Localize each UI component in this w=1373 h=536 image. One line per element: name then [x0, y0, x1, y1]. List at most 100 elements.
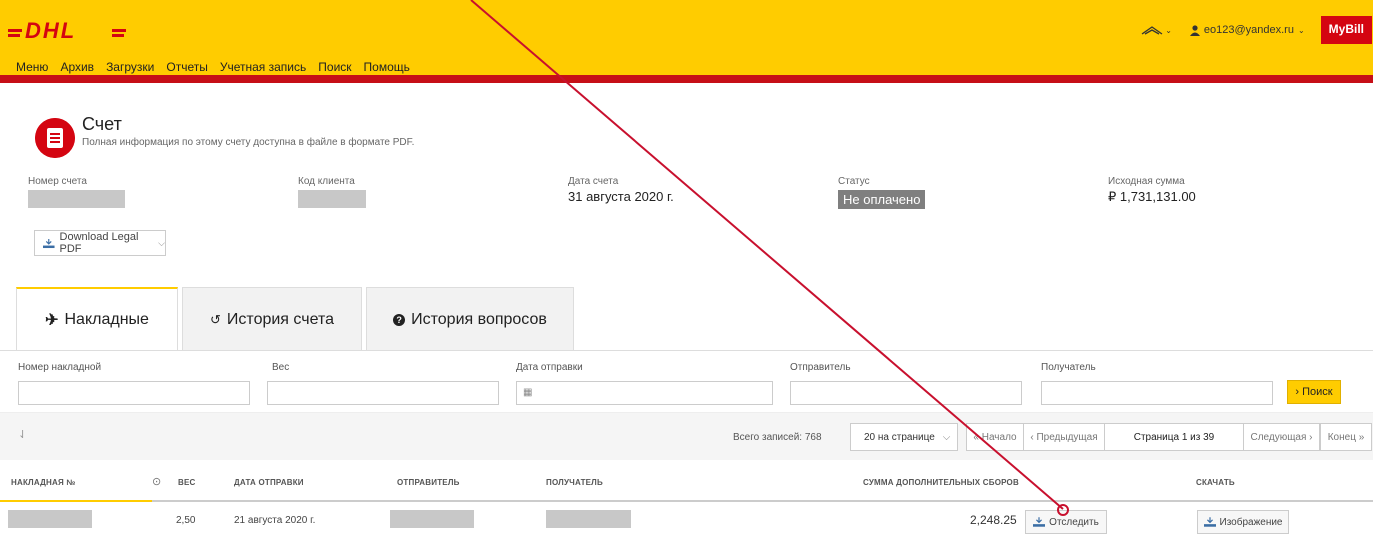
column-settings-icon[interactable]: ⊙ — [152, 475, 161, 488]
client-code-label: Код клиента — [298, 176, 355, 187]
search-button[interactable]: › Поиск — [1287, 380, 1341, 404]
invoice-date-value: 31 августа 2020 г. — [568, 189, 674, 204]
header-red-line — [0, 75, 1373, 83]
waybill-input[interactable] — [18, 381, 250, 405]
chevron-right-icon: › — [1295, 386, 1300, 398]
waybill-number-redacted[interactable] — [8, 510, 92, 528]
chevron-down-icon: ⌵ — [158, 237, 165, 248]
sender-input[interactable] — [790, 381, 1022, 405]
invoice-number-field: Номер счета — [28, 176, 125, 208]
row-ship-date: 21 августа 2020 г. — [234, 515, 316, 526]
amount-label: Исходная сумма — [1108, 176, 1185, 187]
image-download-button[interactable]: Изображение — [1197, 510, 1289, 534]
tabs: ✈ Накладные ↺ История счета ? История во… — [16, 287, 578, 351]
nav-uploads[interactable]: Загрузки — [106, 60, 154, 74]
chevron-down-icon: ⌄ — [1297, 25, 1305, 35]
nav-search[interactable]: Поиск — [318, 60, 351, 74]
nav-help[interactable]: Помощь — [364, 60, 410, 74]
sender-redacted — [390, 510, 474, 528]
status-badge: Не оплачено — [838, 190, 926, 209]
amount-field: Исходная сумма ₽ 1,731,131.00 — [1108, 176, 1196, 205]
receiver-redacted — [546, 510, 631, 528]
per-page-value: 20 на странице — [864, 431, 935, 443]
filter-receiver: Получатель — [1041, 362, 1273, 405]
col-sender[interactable]: ОТПРАВИТЕЛЬ — [397, 478, 460, 487]
sort-icon[interactable]: ⇃ — [18, 428, 27, 441]
status-field: Статус Не оплачено — [838, 176, 926, 209]
invoice-number-label: Номер счета — [28, 176, 87, 187]
per-page-select[interactable]: 20 на странице ⌵ — [850, 423, 958, 451]
download-icon — [1203, 517, 1216, 527]
invoice-number-redacted — [28, 190, 125, 208]
page-subtitle: Полная информация по этому счету доступн… — [82, 137, 415, 148]
track-button-label: Отследить — [1049, 516, 1099, 528]
filter-sender-label: Отправитель — [790, 362, 851, 373]
row-weight: 2,50 — [176, 515, 196, 526]
tab-label: История счета — [226, 310, 334, 328]
receiver-input[interactable] — [1041, 381, 1273, 405]
filter-weight-label: Вес — [272, 362, 290, 373]
filter-waybill: Номер накладной — [18, 362, 250, 405]
search-button-label: Поиск — [1302, 386, 1333, 398]
svg-text:DHL: DHL — [25, 18, 76, 42]
history-icon: ↺ — [210, 311, 221, 327]
tab-waybills[interactable]: ✈ Накладные — [16, 287, 178, 351]
col-extra-charges[interactable]: СУММА ДОПОЛНИТЕЛЬНЫХ СБОРОВ — [863, 478, 1019, 487]
mybill-button[interactable]: MyBill — [1320, 16, 1372, 44]
first-page-button[interactable]: « Начало — [966, 423, 1024, 451]
dhl-logo[interactable]: DHL — [8, 16, 126, 42]
user-email: eo123@yandex.ru — [1203, 24, 1294, 36]
table-header-active-indicator — [0, 500, 152, 502]
filter-weight: Вес — [267, 362, 499, 405]
weight-input[interactable] — [267, 381, 499, 405]
download-pdf-dropdown[interactable]: Download Legal PDF ⌵ — [34, 230, 166, 256]
status-label: Статус — [838, 176, 870, 187]
question-icon: ? — [393, 313, 406, 326]
nav-archive[interactable]: Архив — [60, 60, 94, 74]
total-records: Всего записей: 768 — [733, 432, 822, 443]
image-button-label: Изображение — [1219, 516, 1283, 528]
tab-label: История вопросов — [411, 310, 547, 328]
nav-menu[interactable]: Меню — [16, 60, 48, 74]
client-code-redacted — [298, 190, 366, 208]
filter-ship-date: Дата отправки ▦ — [516, 362, 773, 405]
main-nav: Меню Архив Загрузки Отчеты Учетная запис… — [16, 60, 422, 74]
plane-icon: ✈ — [45, 312, 59, 329]
page-title: Счет — [82, 114, 122, 134]
client-code-field: Код клиента — [298, 176, 366, 208]
current-page: Страница 1 из 39 — [1104, 423, 1244, 451]
next-page-button[interactable]: Следующая › — [1243, 423, 1320, 451]
download-icon — [43, 238, 55, 248]
col-download: СКАЧАТЬ — [1196, 478, 1235, 487]
col-receiver[interactable]: ПОЛУЧАТЕЛЬ — [546, 478, 603, 487]
last-page-button[interactable]: Конец » — [1320, 423, 1372, 451]
amount-value: ₽ 1,731,131.00 — [1108, 189, 1196, 204]
filter-ship-date-label: Дата отправки — [516, 362, 583, 373]
tab-invoice-history[interactable]: ↺ История счета — [182, 287, 362, 351]
tab-question-history[interactable]: ? История вопросов — [366, 287, 574, 351]
user-menu[interactable]: eo123@yandex.ru ⌄ — [1189, 24, 1305, 36]
user-icon — [1189, 24, 1200, 36]
filter-sender: Отправитель — [790, 362, 1022, 405]
track-button[interactable]: Отследить — [1025, 510, 1107, 534]
nav-account[interactable]: Учетная запись — [220, 60, 306, 74]
ship-date-input[interactable]: ▦ — [516, 381, 773, 405]
invoice-date-field: Дата счета 31 августа 2020 г. — [568, 176, 674, 204]
chevron-down-icon: ⌄ — [1165, 25, 1172, 35]
language-flag-icon — [1141, 26, 1163, 35]
tab-label: Накладные — [64, 311, 149, 328]
download-icon — [1033, 517, 1046, 527]
filter-waybill-label: Номер накладной — [18, 362, 102, 373]
col-weight[interactable]: ВЕС — [178, 478, 196, 487]
language-selector[interactable]: ⌄ — [1141, 24, 1172, 36]
col-ship-date[interactable]: ДАТА ОТПРАВКИ — [234, 478, 304, 487]
prev-page-button[interactable]: ‹ Предыдущая — [1023, 423, 1105, 451]
invoice-date-label: Дата счета — [568, 176, 619, 187]
filter-receiver-label: Получатель — [1041, 362, 1096, 373]
table-header-divider — [0, 500, 1373, 502]
chevron-down-icon: ⌵ — [942, 431, 951, 443]
nav-reports[interactable]: Отчеты — [166, 60, 207, 74]
col-waybill[interactable]: НАКЛАДНАЯ № — [11, 478, 75, 487]
tab-panel-divider — [0, 350, 1373, 351]
header-right: ⌄ eo123@yandex.ru ⌄ MyBill — [1141, 16, 1373, 44]
